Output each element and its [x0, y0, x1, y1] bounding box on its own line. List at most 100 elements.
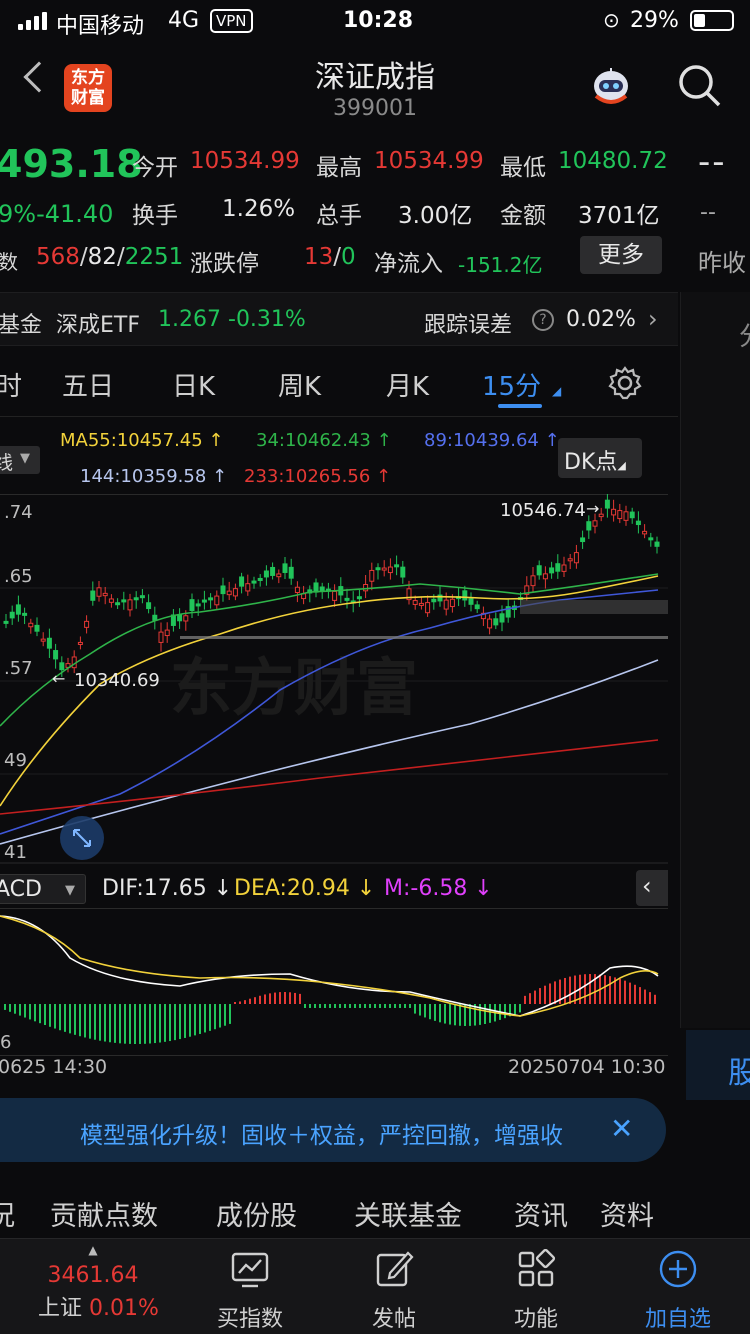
candle	[493, 612, 499, 630]
macd-bar	[229, 1004, 231, 1024]
macd-bar	[64, 1004, 66, 1032]
macd-bar	[364, 1004, 366, 1008]
collapse-panel-button[interactable]: ‹	[636, 870, 668, 906]
macd-chart[interactable]: 6	[0, 908, 668, 1056]
macd-bar	[544, 985, 546, 1004]
macd-bar	[199, 1004, 201, 1034]
tab-profile[interactable]: 资料	[600, 1194, 654, 1233]
candle	[133, 591, 139, 609]
candle	[356, 589, 362, 607]
tab-news[interactable]: 资讯	[514, 1194, 568, 1233]
candle	[350, 591, 356, 613]
macd-bar	[129, 1004, 131, 1044]
macd-bar	[534, 990, 536, 1004]
macd-bar	[409, 1004, 411, 1008]
macd-bar	[114, 1004, 116, 1043]
right-dash-2: --	[700, 200, 716, 225]
related-fund-row[interactable]: 基金 深成ETF 1.267 -0.31% 跟踪误差 ? 0.02% ›	[0, 292, 678, 346]
promo-banner[interactable]: 模型强化升级！固收＋权益，严控回撤，增强收 ✕	[0, 1098, 666, 1162]
index-price: 3461.64	[47, 1263, 139, 1288]
caret-up-icon: ▲	[88, 1243, 98, 1257]
macd-bar	[279, 992, 281, 1004]
ma55-legend: MA55:10457.45 ↑	[60, 430, 224, 451]
candle	[561, 556, 567, 578]
candle	[245, 574, 251, 596]
candle	[604, 494, 610, 518]
expand-icon[interactable]	[60, 816, 104, 860]
macd-bar	[219, 1004, 221, 1028]
candle	[375, 563, 381, 580]
macd-bar	[89, 1004, 91, 1039]
tab-daily-k[interactable]: 日K	[172, 366, 215, 403]
candle	[573, 544, 579, 569]
open-label: 今开	[132, 155, 178, 181]
tab-constituents[interactable]: 成份股	[216, 1194, 297, 1233]
page-title: 深证成指	[315, 60, 435, 95]
tab-15min[interactable]: 15分	[482, 366, 541, 403]
ma144-legend: 144:10359.58 ↑	[80, 466, 228, 487]
macd-bar	[204, 1004, 206, 1033]
add-watchlist-button[interactable]: 加自选	[628, 1239, 728, 1333]
tab-minute[interactable]: 时	[0, 366, 22, 403]
period-tabs: 时 五日 日K 周K 月K 15分 ◢	[0, 352, 678, 414]
change-value: 9%-41.40	[0, 200, 114, 228]
fund-prefix: 基金	[0, 313, 43, 338]
macd-bar	[24, 1004, 26, 1018]
macd-bar	[309, 1004, 311, 1008]
settings-gear-icon[interactable]	[608, 366, 642, 400]
robot-assistant-icon[interactable]	[588, 64, 634, 108]
macd-bar	[104, 1004, 106, 1042]
side-tab[interactable]: 股	[686, 1030, 750, 1100]
macd-bar	[339, 1004, 341, 1008]
tab-weekly-k[interactable]: 周K	[278, 366, 321, 403]
right-dashes: --	[698, 142, 727, 182]
macd-bar	[304, 1004, 306, 1008]
current-price: 493.18	[0, 142, 143, 186]
post-button[interactable]: 发帖	[344, 1239, 444, 1333]
functions-button[interactable]: 功能	[486, 1239, 586, 1333]
dk-point-button[interactable]: DK点◢	[558, 438, 642, 478]
macd-select[interactable]: ACD ▼	[0, 874, 86, 904]
tab-overview[interactable]: 况	[0, 1194, 15, 1233]
help-icon[interactable]: ?	[532, 309, 554, 331]
info-tabs: 况 贡献点数 成份股 关联基金 资讯 资料	[0, 1180, 680, 1238]
macd-bar	[264, 994, 266, 1004]
search-icon[interactable]	[676, 62, 722, 108]
macd-bar	[619, 978, 621, 1004]
candle	[344, 588, 350, 609]
candle	[121, 591, 127, 610]
buy-index-button[interactable]: 买指数	[200, 1239, 300, 1333]
more-button[interactable]: 更多	[580, 236, 662, 274]
macd-bar	[54, 1004, 56, 1029]
indicator-select[interactable]: 线 ▼	[0, 446, 40, 474]
candle	[34, 617, 40, 637]
tab-related-funds[interactable]: 关联基金	[354, 1194, 462, 1233]
macd-bar	[514, 1004, 516, 1015]
candlestick-chart[interactable]: 东方财富 .74 .65 .57 49 41 10546.74 → ← 1034…	[0, 494, 668, 864]
low-marker: 10340.69	[74, 670, 160, 691]
tab-monthly-k[interactable]: 月K	[386, 366, 429, 403]
macd-bar	[299, 993, 301, 1004]
macd-bar	[504, 1004, 506, 1019]
tab-contribution[interactable]: 贡献点数	[50, 1194, 158, 1233]
candle	[642, 524, 648, 539]
macd-bar	[99, 1004, 101, 1041]
macd-bar	[354, 1004, 356, 1008]
macd-bar	[349, 1004, 351, 1008]
turnover-value: 1.26%	[222, 196, 296, 222]
y-label-5: 41	[4, 842, 27, 863]
fund-price: 1.267	[158, 307, 221, 332]
macd-bar	[69, 1004, 71, 1034]
candle	[108, 594, 114, 608]
candle	[567, 554, 573, 570]
macd-bar	[564, 977, 566, 1004]
candle	[623, 505, 629, 526]
macd-bar	[109, 1004, 111, 1043]
macd-bar	[239, 1001, 241, 1004]
candle	[195, 599, 201, 616]
ma34-legend: 34:10462.43 ↑	[256, 430, 392, 451]
tab-5day[interactable]: 五日	[62, 366, 114, 403]
close-icon[interactable]: ✕	[610, 1112, 633, 1145]
index-ticker[interactable]: ▲ 3461.64 上证 0.01%	[38, 1239, 159, 1322]
macd-bar	[294, 992, 296, 1004]
